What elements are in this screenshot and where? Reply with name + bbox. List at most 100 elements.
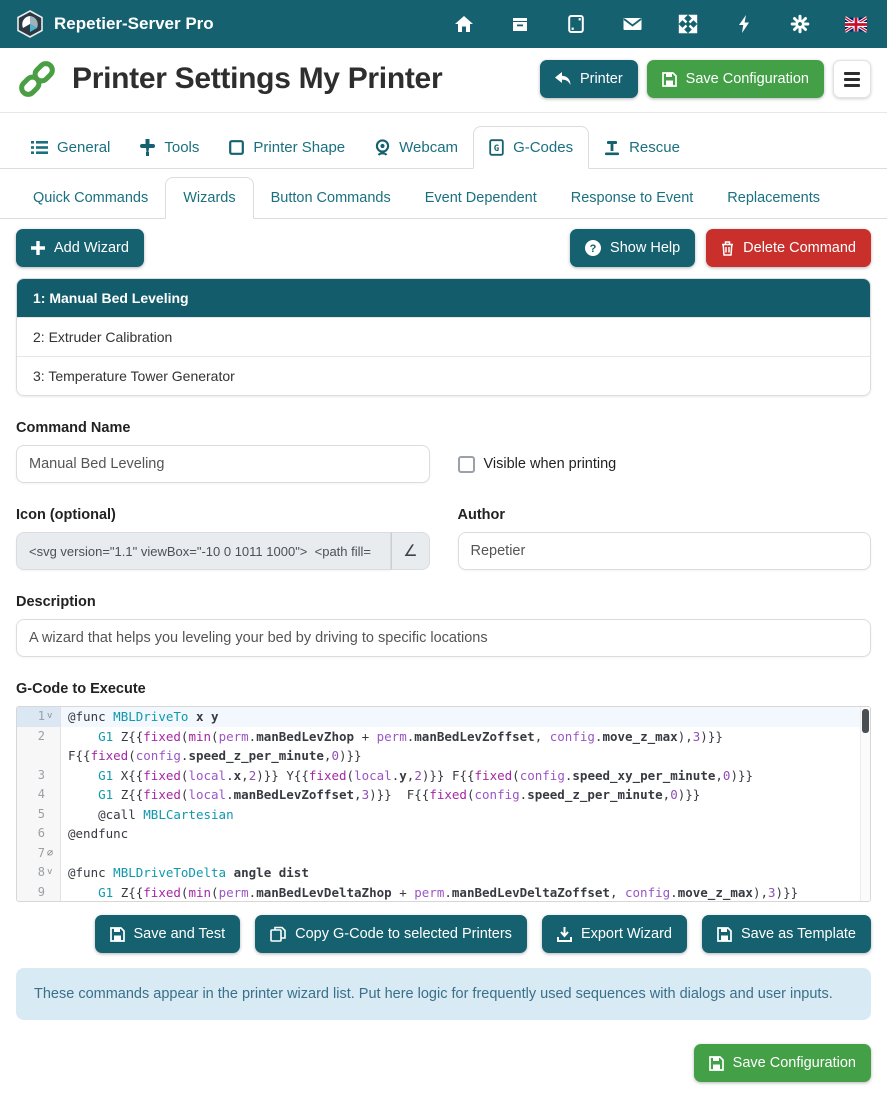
square-outline-icon [229,140,244,155]
gcode-subtabs: Quick Commands Wizards Button Commands E… [0,177,887,219]
info-box: These commands appear in the printer wiz… [16,968,871,1020]
tab-printer-shape[interactable]: Printer Shape [214,127,360,168]
edit-icon-button[interactable]: ∠ [391,532,429,570]
save-icon [110,927,125,942]
code-line[interactable]: 7∅ [17,844,870,864]
subtab-button-commands[interactable]: Button Commands [254,178,408,218]
subtab-replacements[interactable]: Replacements [710,178,837,218]
page-title: Printer Settings My Printer [72,62,442,96]
line-number-gutter: 4 [17,785,61,805]
command-name-label: Command Name [16,420,871,436]
export-wizard-button[interactable]: Export Wizard [542,915,687,953]
footer: Save Configuration [16,1044,871,1082]
editor-scrollbar-thumb[interactable] [862,709,869,733]
mail-icon[interactable] [621,13,643,35]
gcode-editor[interactable]: 1v@func MBLDriveTo x y2 G1 Z{{fixed(min(… [16,706,871,902]
code-line[interactable]: 6@endfunc [17,824,870,844]
printer-icon[interactable] [509,13,531,35]
fullscreen-icon[interactable] [677,13,699,35]
download-icon [557,927,572,942]
line-number-gutter: 3 [17,766,61,786]
fold-arrow-icon[interactable]: v [47,863,56,883]
author-label: Author [458,507,872,523]
gcode-editor-lines: 1v@func MBLDriveTo x y2 G1 Z{{fixed(min(… [17,707,870,902]
code-line[interactable]: 4 G1 Z{{fixed(local.manBedLevZoffset,3)}… [17,785,870,805]
save-icon [709,1056,724,1071]
home-icon[interactable] [453,13,475,35]
description-label: Description [16,594,871,610]
subtab-wizards[interactable]: Wizards [165,177,253,219]
bottom-actions: Save and Test Copy G-Code to selected Pr… [16,915,871,953]
plus-icon [31,241,45,255]
help-icon: ? [585,240,601,256]
line-number-gutter: 6 [17,824,61,844]
tablet-icon[interactable] [565,13,587,35]
code-line[interactable]: 1v@func MBLDriveTo x y [17,707,870,727]
tab-rescue[interactable]: Rescue [589,127,695,168]
line-number-gutter [17,746,61,766]
show-help-button[interactable]: ? Show Help [570,229,695,267]
code-line[interactable]: 2 G1 Z{{fixed(min(perm.manBedLevZhop + p… [17,727,870,747]
save-configuration-button-bottom[interactable]: Save Configuration [694,1044,871,1082]
wizard-form: Command Name Visible when printing Icon … [16,420,871,902]
brand-label: Repetier-Server Pro [54,14,214,34]
rescue-icon [604,140,620,156]
brand[interactable]: Repetier-Server Pro [16,10,214,38]
wizard-item-extruder-calibration[interactable]: 2: Extruder Calibration [17,317,870,356]
save-icon [717,927,732,942]
hamburger-icon [844,72,860,75]
save-as-template-button[interactable]: Save as Template [702,915,871,953]
back-arrow-icon [555,72,571,86]
copy-icon [270,926,286,942]
code-line[interactable]: 5 @call MBLCartesian [17,805,870,825]
command-name-input[interactable] [16,445,430,483]
line-number-gutter: 9 [17,883,61,903]
header-actions: Printer Save Configuration [540,60,871,98]
line-number-gutter: 8v [17,863,61,883]
gcode-file-icon: G [489,139,504,156]
icon-label: Icon (optional) [16,507,430,523]
description-input[interactable] [16,619,871,657]
subtab-event-dependent[interactable]: Event Dependent [408,178,554,218]
tab-general[interactable]: General [16,127,125,168]
save-and-test-button[interactable]: Save and Test [95,915,241,953]
language-flag-en-icon[interactable] [845,13,867,35]
navbar-icons [453,13,871,35]
power-icon[interactable] [733,13,755,35]
save-configuration-button-top[interactable]: Save Configuration [647,60,824,98]
wizard-list: 1: Manual Bed Leveling 2: Extruder Calib… [16,278,871,396]
checkbox-box[interactable] [458,456,475,473]
delete-command-button[interactable]: Delete Command [706,229,871,267]
tab-webcam[interactable]: Webcam [360,127,473,168]
settings-icon[interactable] [789,13,811,35]
printer-back-button[interactable]: Printer [540,60,638,98]
code-line[interactable]: 8v@func MBLDriveToDelta angle dist [17,863,870,883]
menu-button[interactable] [833,60,871,98]
add-wizard-button[interactable]: Add Wizard [16,229,144,267]
gcode-label: G-Code to Execute [16,681,871,697]
subtab-quick-commands[interactable]: Quick Commands [16,178,165,218]
code-line[interactable]: 3 G1 X{{fixed(local.x,2)}} Y{{fixed(loca… [17,766,870,786]
top-navbar: Repetier-Server Pro [0,0,887,48]
page: Repetier-Server Pro [0,0,887,1096]
editor-scrollbar[interactable] [860,707,870,901]
tab-tools[interactable]: Tools [125,127,214,168]
save-icon [662,72,677,87]
line-number-gutter: 7∅ [17,844,61,864]
code-line[interactable]: 9 G1 Z{{fixed(min(perm.manBedLevDeltaZho… [17,883,870,903]
fold-arrow-icon[interactable]: v [47,707,56,727]
checkbox-label: Visible when printing [484,456,617,472]
copy-gcode-button[interactable]: Copy G-Code to selected Printers [255,915,527,953]
wizard-item-manual-bed-leveling[interactable]: 1: Manual Bed Leveling [17,279,870,317]
subtab-response-to-event[interactable]: Response to Event [554,178,711,218]
line-number-gutter: 2 [17,727,61,747]
code-line[interactable]: F{{fixed(config.speed_z_per_minute,0)}} [17,746,870,766]
wizard-item-temperature-tower[interactable]: 3: Temperature Tower Generator [17,356,870,395]
link-chain-icon [16,58,58,100]
icon-svg-input[interactable] [16,532,391,570]
tab-gcodes[interactable]: G G-Codes [473,126,589,169]
repetier-logo-icon [16,10,44,38]
author-input[interactable] [458,532,872,570]
visible-when-printing-checkbox[interactable]: Visible when printing [458,456,617,473]
webcam-icon [375,139,390,156]
